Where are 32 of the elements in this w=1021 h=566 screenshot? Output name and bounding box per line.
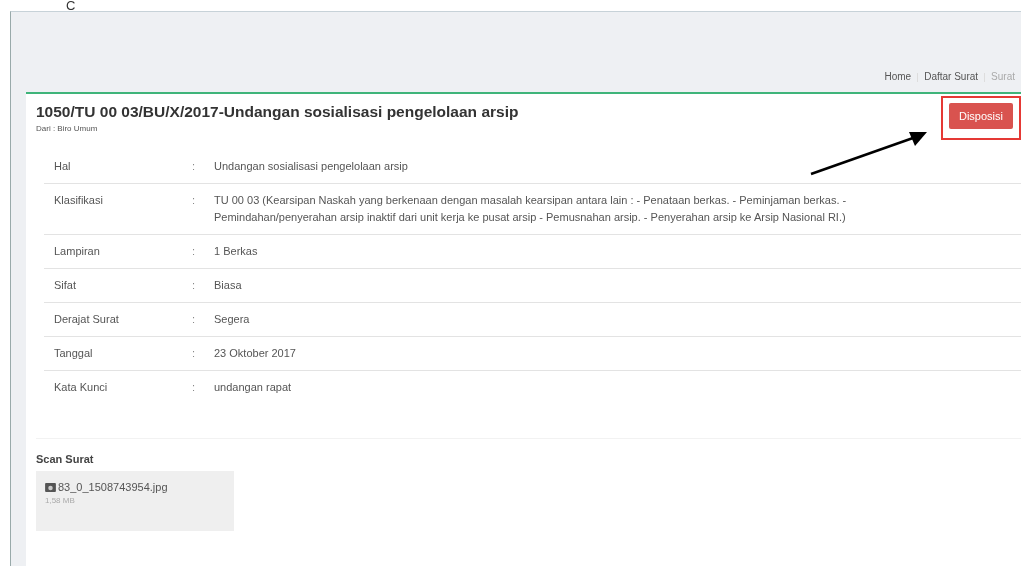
file-name: 83_0_1508743954.jpg (58, 481, 168, 493)
field-value: Undangan sosialisasi pengelolaan arsip (214, 160, 408, 172)
letter-title: 1050/TU 00 03/BU/X/2017-Undangan sosialisasi pengelolaan arsip (36, 103, 520, 121)
colon: : (188, 268, 210, 303)
field-value: Segera (214, 313, 250, 325)
heading-letter: C (66, 0, 77, 11)
field-value: TU 00 03 (Kearsipan Naskah yang berkenaan dengan masalah kearsipan antara lain : - Penataan berkas. - Peminjaman berkas. - Pemindahan/penyerahan arsip inaktif dari unit kerja ke pusat arsip - Pemusnahan arsip. - Penyerahan arsip ke Arsip Nasional RI.) (214, 194, 847, 223)
field-label: Sifat (44, 268, 188, 303)
colon: : (188, 302, 210, 337)
image-icon (45, 482, 56, 492)
field-value: Biasa (214, 279, 242, 291)
field-label: Hal (44, 150, 188, 184)
file-card[interactable]: 83_0_1508743954.jpg 1,58 MB (36, 471, 234, 531)
disposition-button[interactable]: Disposisi (949, 103, 1013, 129)
colon: : (188, 234, 210, 269)
field-label: Tanggal (44, 336, 188, 371)
field-label: Klasifikasi (44, 183, 188, 235)
colon: : (188, 336, 210, 371)
sender-label: Dari : Biro Umum (36, 124, 99, 133)
breadcrumb-link[interactable]: Daftar Surat (924, 71, 979, 82)
section-heading: Scan Surat (36, 453, 95, 465)
field-value: undangan rapat (214, 381, 292, 393)
field-value: 23 Oktober 2017 (214, 347, 296, 359)
field-label: Lampiran (44, 234, 188, 269)
breadcrumb-link[interactable]: Home (884, 71, 912, 82)
field-label: Derajat Surat (44, 302, 188, 337)
colon: : (188, 150, 210, 184)
colon: : (188, 370, 210, 404)
field-value: 1 Berkas (214, 245, 258, 257)
colon: : (188, 183, 210, 235)
file-size: 1,58 MB (45, 496, 76, 505)
field-label: Kata Kunci (44, 370, 188, 404)
